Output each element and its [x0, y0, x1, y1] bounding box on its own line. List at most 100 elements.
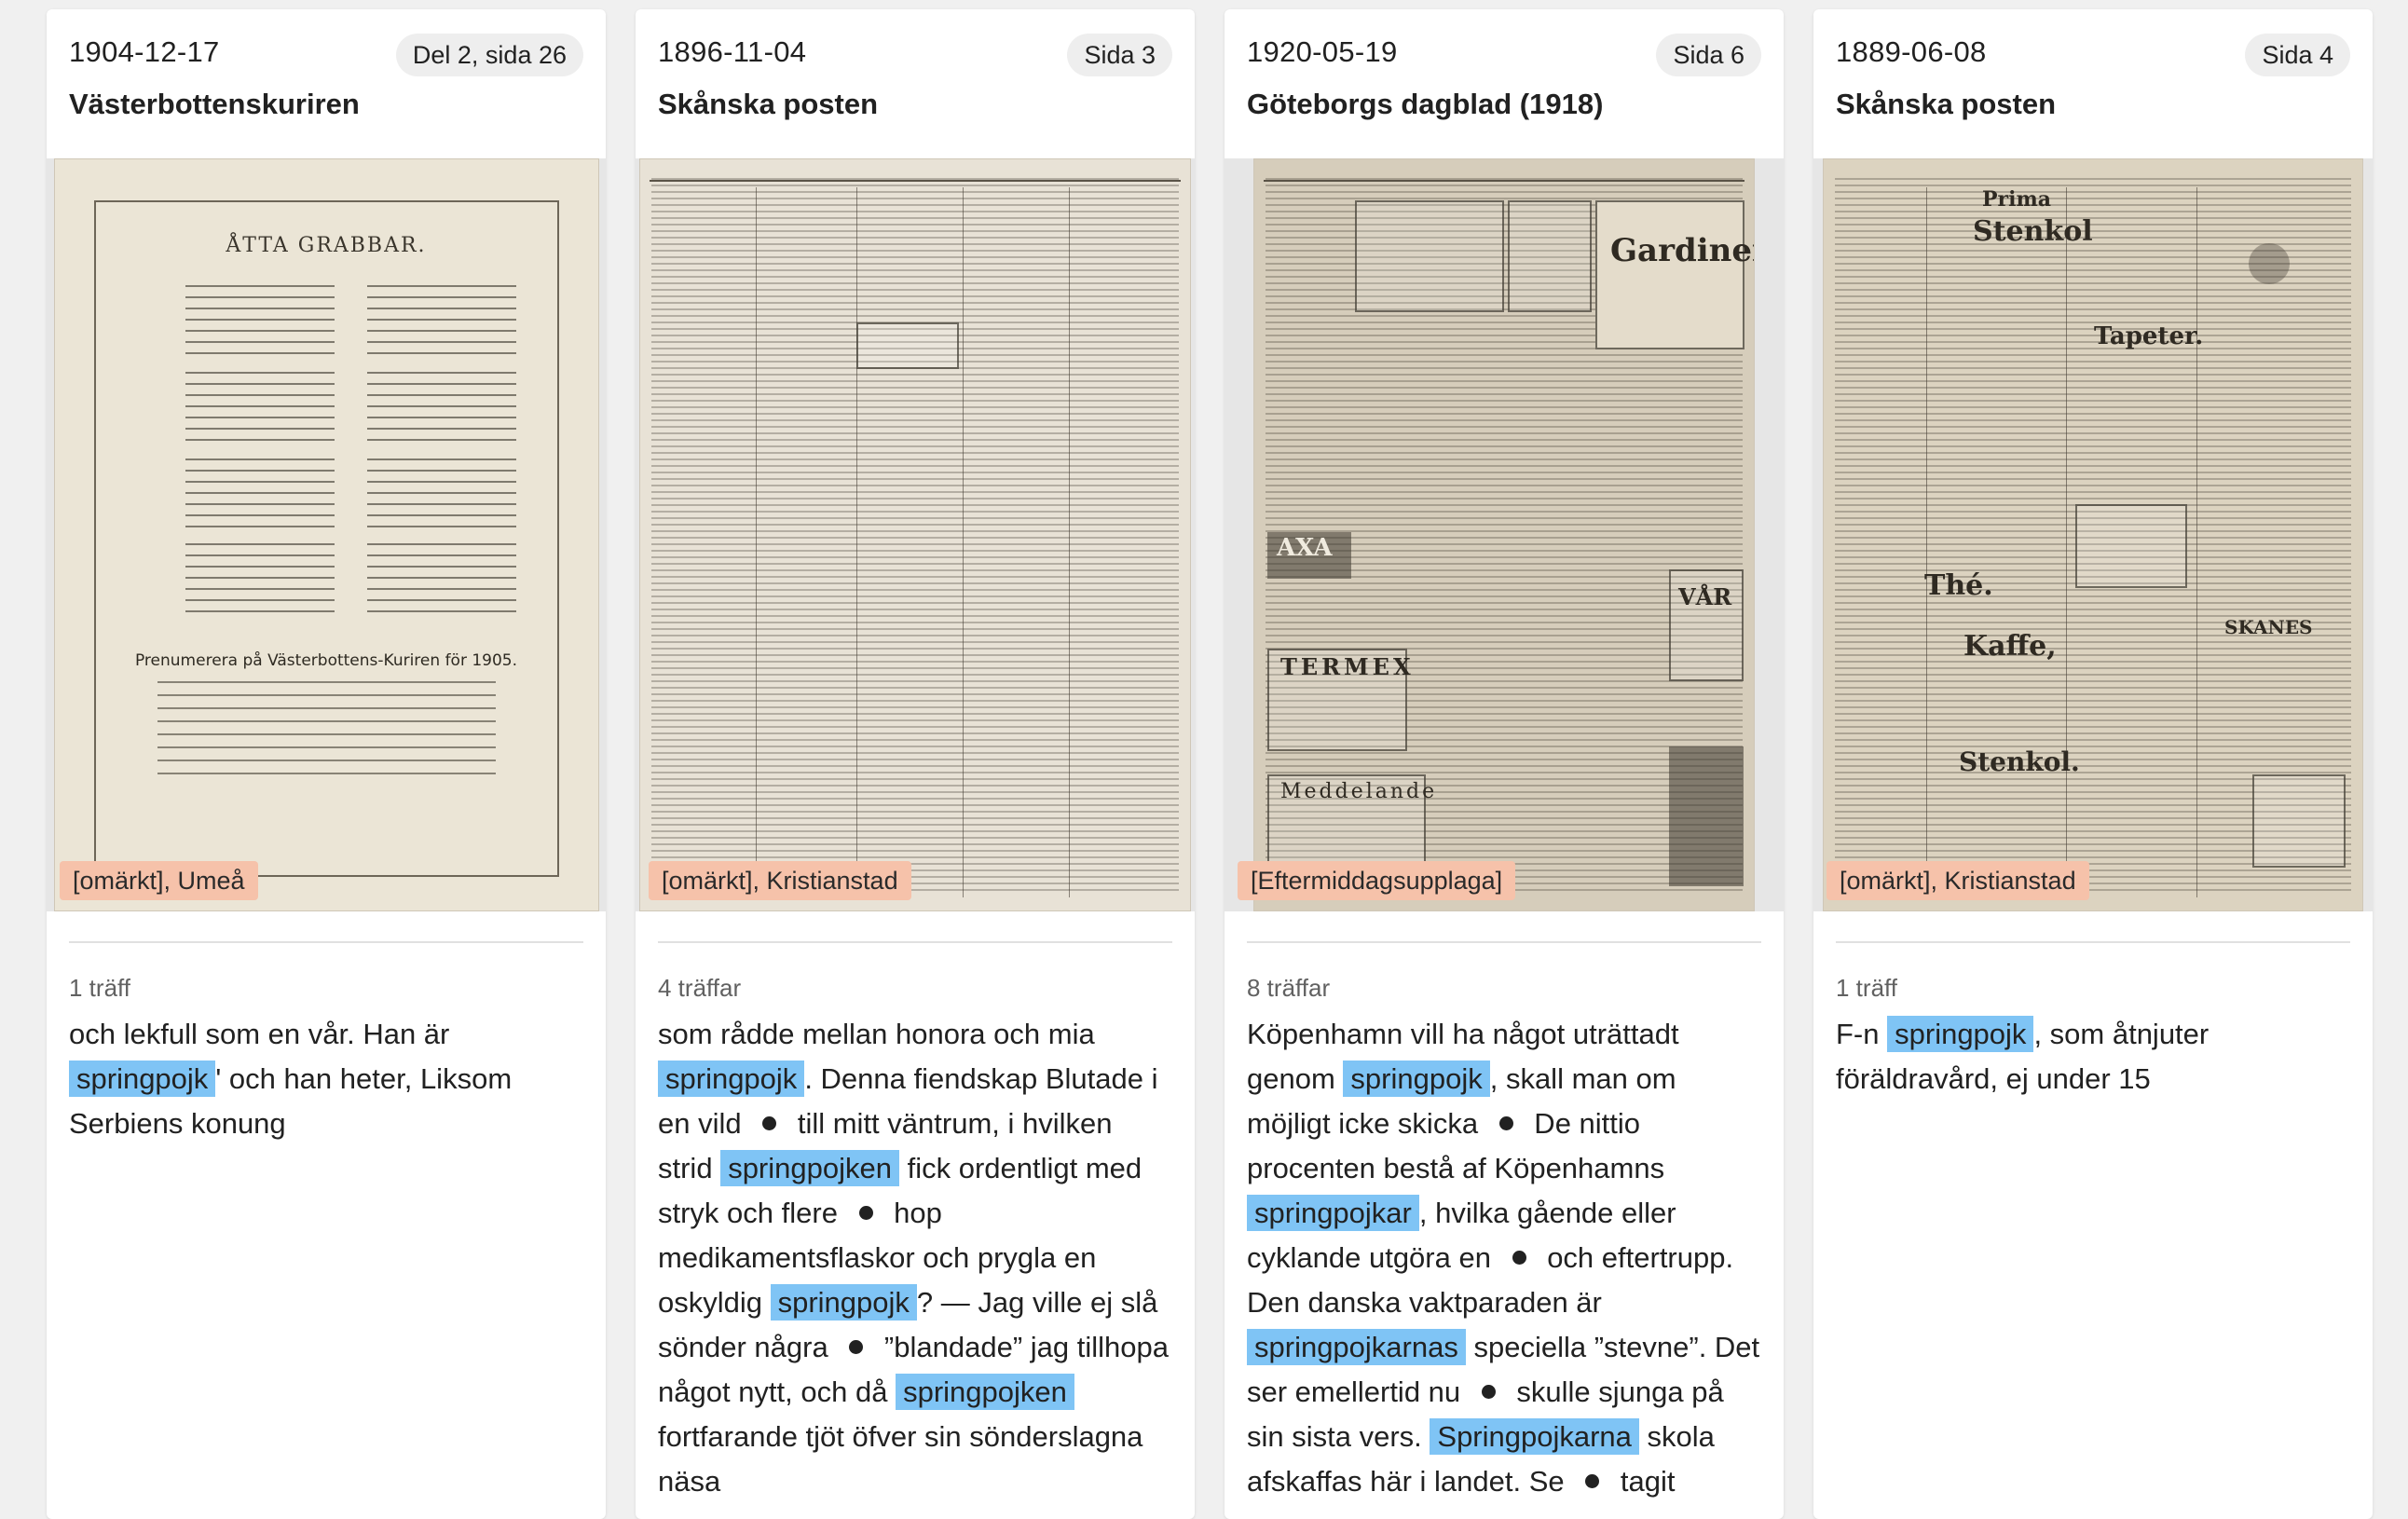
ad-word: Prima — [1982, 187, 2052, 212]
column-rule — [2066, 187, 2067, 897]
search-hit-highlight[interactable]: springpojk — [1887, 1016, 2034, 1052]
page-badge: Sida 6 — [1656, 34, 1761, 76]
hit-count: 8 träffar — [1247, 974, 1331, 1002]
page-thumbnail[interactable]: [omärkt], Kristianstad — [636, 158, 1195, 911]
search-hit-highlight[interactable]: springpojkarnas — [1247, 1329, 1466, 1365]
search-hit-highlight[interactable]: springpojk — [1343, 1061, 1490, 1097]
card-header: 1896-11-04 Sida 3 Skånska posten — [636, 9, 1195, 158]
snippet-text: tagit — [1612, 1465, 1676, 1498]
search-hit-highlight[interactable]: springpojken — [720, 1150, 899, 1186]
text-block — [366, 543, 516, 614]
newspaper-page-image: Prima Stenkol Tapeter. Thé. Kaffe, Stenk… — [1823, 158, 2363, 911]
hit-count: 1 träff — [1836, 974, 1898, 1002]
result-card[interactable]: 1896-11-04 Sida 3 Skånska posten [omärkt… — [636, 9, 1195, 1519]
search-hit-highlight[interactable]: Springpojkarna — [1430, 1418, 1639, 1455]
ad-box — [1595, 200, 1744, 349]
search-hit-highlight[interactable]: springpojk — [69, 1061, 216, 1097]
column-rule — [1069, 187, 1070, 897]
ad-word: Tapeter. — [2094, 322, 2204, 350]
card-header: 1904-12-17 Del 2, sida 26 Västerbottensk… — [47, 9, 606, 158]
divider — [1247, 941, 1761, 943]
result-card[interactable]: 1920-05-19 Sida 6 Göteborgs dagblad (191… — [1225, 9, 1784, 1519]
card-header: 1920-05-19 Sida 6 Göteborgs dagblad (191… — [1225, 9, 1784, 158]
ad-box — [856, 322, 959, 369]
hit-snippet[interactable]: Köpenhamn vill ha något uträttadt genom … — [1247, 1012, 1763, 1504]
hit-count: 1 träff — [69, 974, 131, 1002]
ad-word: AXA — [1277, 534, 1333, 562]
page-badge: Del 2, sida 26 — [395, 34, 583, 76]
column-rule — [1926, 187, 1927, 897]
snippet-text: fortfarande tjöt öfver sin sönderslagna … — [658, 1420, 1143, 1498]
omission-dot — [762, 1116, 777, 1130]
ad-word: Gardiner — [1610, 232, 1755, 269]
omission-dot — [858, 1206, 873, 1220]
edition-tag: [omärkt], Kristianstad — [1827, 861, 2089, 900]
ad-word: VÅR — [1678, 583, 1732, 610]
column-rule — [2196, 187, 2197, 897]
omission-dot — [1481, 1385, 1496, 1399]
ad-word: Thé. — [1924, 569, 1993, 602]
results-grid: 1904-12-17 Del 2, sida 26 Västerbottensk… — [47, 9, 2373, 1519]
omission-dot — [849, 1340, 864, 1354]
column-rule — [963, 187, 964, 897]
newspaper-page-image — [639, 158, 1191, 911]
snippet-text: F-n — [1836, 1018, 1888, 1050]
omission-dot — [1585, 1474, 1600, 1488]
hit-snippet[interactable]: som rådde mellan honora och mia springpo… — [658, 1012, 1174, 1504]
column-rule — [756, 187, 757, 897]
text-block — [366, 285, 516, 356]
omission-dot — [1512, 1251, 1526, 1265]
ad-word: Stenkol — [1973, 215, 2093, 248]
text-block — [157, 681, 496, 774]
result-card[interactable]: 1889-06-08 Sida 4 Skånska posten Prima S… — [1813, 9, 2373, 1519]
ad-word: Kaffe, — [1963, 630, 2057, 663]
newspaper-page-image: ÅTTA GRABBAR. Prenumerera på Västerbotte… — [53, 158, 599, 911]
newspaper-title[interactable]: Skånska posten — [1836, 86, 2350, 123]
page-badge: Sida 3 — [1067, 34, 1172, 76]
page-thumbnail[interactable]: Prima Stenkol Tapeter. Thé. Kaffe, Stenk… — [1813, 158, 2373, 911]
photo-box — [1355, 200, 1504, 312]
subscription-heading: Prenumerera på Västerbottens-Kuriren för… — [134, 651, 518, 670]
illustration-box — [1508, 200, 1592, 312]
emblem — [2249, 243, 2290, 284]
text-block — [366, 372, 516, 443]
omission-dot — [1498, 1116, 1513, 1130]
divider — [69, 941, 583, 943]
text-block — [185, 372, 335, 443]
text-block — [185, 285, 335, 356]
snippet-text: som rådde mellan honora och mia — [658, 1018, 1095, 1050]
search-hit-highlight[interactable]: springpojkar — [1247, 1195, 1419, 1231]
poem-heading: ÅTTA GRABBAR. — [226, 234, 427, 257]
divider — [1836, 941, 2350, 943]
page-badge: Sida 4 — [2245, 34, 2350, 76]
ad-box — [2252, 774, 2346, 868]
search-hit-highlight[interactable]: springpojk — [770, 1284, 917, 1321]
column-rule — [856, 187, 857, 897]
edition-tag: [Eftermiddagsupplaga] — [1238, 861, 1516, 900]
ad-block — [1669, 746, 1744, 886]
result-card[interactable]: 1904-12-17 Del 2, sida 26 Västerbottensk… — [47, 9, 606, 1519]
newspaper-title[interactable]: Skånska posten — [658, 86, 1172, 123]
snippet-text: och lekfull som en vår. Han är — [69, 1018, 450, 1050]
ad-word: Stenkol. — [1959, 746, 2080, 777]
text-block — [185, 458, 335, 529]
ad-word: SKANES — [2224, 616, 2313, 638]
hit-snippet[interactable]: F-n springpojk, som åtnjuter föräldravår… — [1836, 1012, 2352, 1102]
text-columns — [651, 178, 1179, 892]
newspaper-title[interactable]: Västerbottenskuriren — [69, 86, 583, 123]
newspaper-title[interactable]: Göteborgs dagblad (1918) — [1247, 86, 1761, 123]
card-header: 1889-06-08 Sida 4 Skånska posten — [1813, 9, 2373, 158]
page-thumbnail[interactable]: ÅTTA GRABBAR. Prenumerera på Västerbotte… — [47, 158, 606, 911]
text-block — [185, 543, 335, 614]
hit-snippet[interactable]: och lekfull som en vår. Han är springpoj… — [69, 1012, 585, 1146]
ad-box — [2075, 504, 2187, 588]
search-hit-highlight[interactable]: springpojk — [658, 1061, 805, 1097]
page-thumbnail[interactable]: Gardiner AXA TERMEX Meddelande VÅR [Efte… — [1225, 158, 1784, 911]
ad-word: Meddelande — [1280, 780, 1438, 803]
divider — [658, 941, 1172, 943]
ad-word: TERMEX — [1280, 653, 1415, 680]
hit-count: 4 träffar — [658, 974, 742, 1002]
search-hit-highlight[interactable]: springpojken — [896, 1374, 1074, 1410]
edition-tag: [omärkt], Umeå — [60, 861, 258, 900]
edition-tag: [omärkt], Kristianstad — [649, 861, 911, 900]
